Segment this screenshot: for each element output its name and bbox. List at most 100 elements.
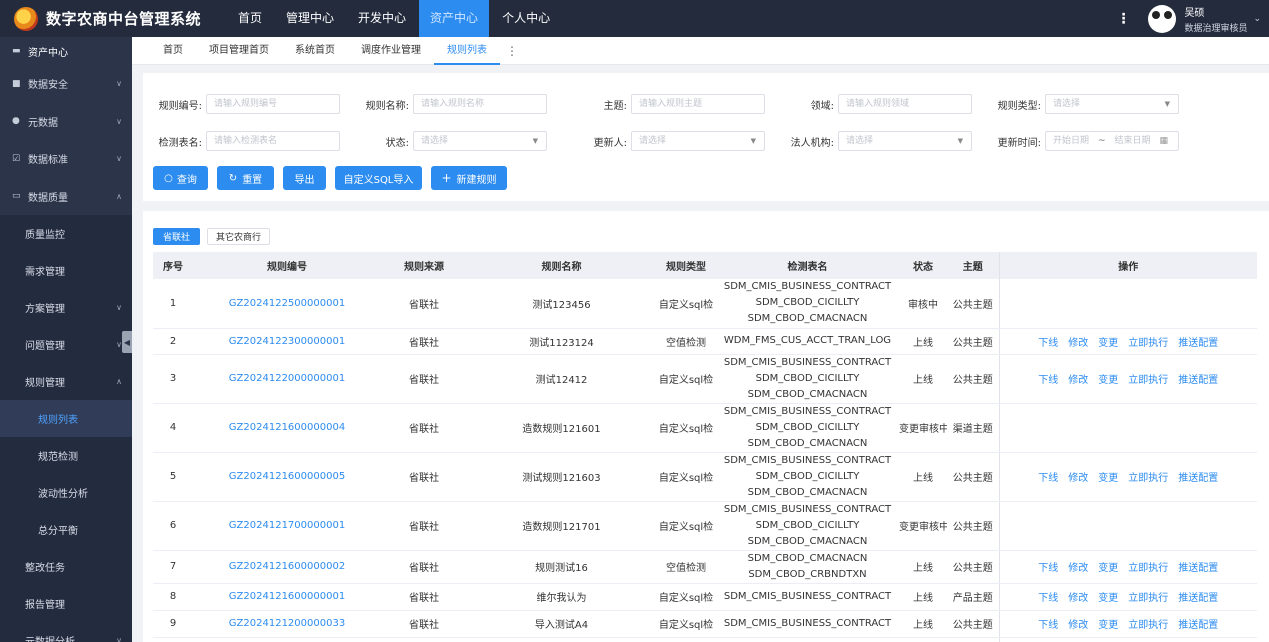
status-select[interactable]: 请选择 ▼ bbox=[413, 131, 547, 151]
query-button[interactable]: ○ 查询 bbox=[153, 166, 208, 190]
chevron-down-icon: ∨ bbox=[116, 79, 122, 89]
push-config-link[interactable]: 推送配置 bbox=[1178, 563, 1218, 574]
rule-topic: 公共主题 bbox=[947, 550, 999, 584]
sql-import-button[interactable]: 自定义SQL导入 bbox=[335, 166, 422, 190]
sidebar-head[interactable]: ▬ 资产中心 bbox=[0, 37, 132, 65]
change-link[interactable]: 变更 bbox=[1098, 338, 1118, 349]
asset-icon: ▬ bbox=[12, 46, 21, 56]
edit-link[interactable]: 修改 bbox=[1068, 563, 1088, 574]
sidebar-item-rule-list[interactable]: 规则列表 bbox=[0, 400, 132, 437]
rule-type-select[interactable]: 请选择 ▼ bbox=[1045, 94, 1179, 114]
export-button[interactable]: 导出 bbox=[283, 166, 326, 190]
sidebar-item-rule-management[interactable]: 规则管理 ∧ bbox=[0, 363, 132, 400]
rule-code-link[interactable]: GZ2024122300000001 bbox=[193, 328, 381, 355]
rule-name-input[interactable]: 请输入规则名称 bbox=[413, 94, 547, 114]
tab-home[interactable]: 首页 bbox=[150, 37, 196, 65]
reset-button[interactable]: ↻ 重置 bbox=[217, 166, 274, 190]
push-config-link[interactable]: 推送配置 bbox=[1178, 593, 1218, 604]
tab-more-icon[interactable]: ⋮ bbox=[500, 44, 524, 58]
sidebar-collapse-handle[interactable]: ◀ bbox=[122, 331, 132, 353]
user-info[interactable]: 吴硕 数据治理审核员 bbox=[1184, 4, 1247, 34]
user-avatar[interactable] bbox=[1148, 4, 1177, 33]
rule-code-link[interactable]: GZ2024121700000001 bbox=[193, 501, 381, 551]
rule-code-link[interactable]: GZ2024121600000004 bbox=[193, 403, 381, 453]
row-number: 7 bbox=[153, 550, 193, 584]
rule-code-link[interactable]: GZ2024121600000005 bbox=[193, 452, 381, 502]
sidebar-item-spec-check[interactable]: 规范检测 bbox=[0, 437, 132, 474]
segment-provincial[interactable]: 省联社 bbox=[153, 228, 200, 245]
sidebar-item-data-standard[interactable]: ☑ 数据标准 ∨ bbox=[0, 140, 132, 178]
sidebar-item-total-balance[interactable]: 总分平衡 bbox=[0, 511, 132, 548]
push-config-link[interactable]: 推送配置 bbox=[1178, 473, 1218, 484]
tab-project-home[interactable]: 项目管理首页 bbox=[196, 37, 282, 65]
sidebar-item-data-quality[interactable]: ▭ 数据质量 ∧ bbox=[0, 178, 132, 216]
run-now-link[interactable]: 立即执行 bbox=[1128, 593, 1168, 604]
change-link[interactable]: 变更 bbox=[1098, 593, 1118, 604]
org-select[interactable]: 请选择 ▼ bbox=[838, 131, 972, 151]
sidebar-item-demand-management[interactable]: 需求管理 bbox=[0, 252, 132, 289]
offline-link[interactable]: 下线 bbox=[1038, 620, 1058, 631]
sidebar-item-plan-management[interactable]: 方案管理 ∨ bbox=[0, 289, 132, 326]
top-nav-personal-center[interactable]: 个人中心 bbox=[491, 0, 561, 37]
sidebar-item-data-security[interactable]: ■ 数据安全 ∨ bbox=[0, 65, 132, 103]
offline-link[interactable]: 下线 bbox=[1038, 375, 1058, 386]
tab-rule-list[interactable]: 规则列表 bbox=[434, 37, 500, 65]
rule-code-link[interactable]: GZ2024121200000033 bbox=[193, 610, 381, 638]
run-now-link[interactable]: 立即执行 bbox=[1128, 338, 1168, 349]
change-link[interactable]: 变更 bbox=[1098, 375, 1118, 386]
tab-system-home[interactable]: 系统首页 bbox=[282, 37, 348, 65]
new-rule-button[interactable]: + 新建规则 bbox=[431, 166, 507, 190]
chevron-down-icon: ∨ bbox=[116, 636, 122, 642]
rule-code-link[interactable]: GZ2024122500000001 bbox=[193, 279, 381, 329]
push-config-link[interactable]: 推送配置 bbox=[1178, 620, 1218, 631]
edit-link[interactable]: 修改 bbox=[1068, 338, 1088, 349]
top-nav-management-center[interactable]: 管理中心 bbox=[275, 0, 345, 37]
domain-input[interactable]: 请输入规则领域 bbox=[838, 94, 972, 114]
push-config-link[interactable]: 推送配置 bbox=[1178, 338, 1218, 349]
offline-link[interactable]: 下线 bbox=[1038, 473, 1058, 484]
updater-select[interactable]: 请选择 ▼ bbox=[631, 131, 765, 151]
sidebar-item-volatility-analysis[interactable]: 波动性分析 bbox=[0, 474, 132, 511]
change-link[interactable]: 变更 bbox=[1098, 563, 1118, 574]
sidebar-item-issue-management[interactable]: 问题管理 ∨ bbox=[0, 326, 132, 363]
sidebar-item-metadata[interactable]: ● 元数据 ∨ bbox=[0, 103, 132, 141]
offline-link[interactable]: 下线 bbox=[1038, 563, 1058, 574]
change-link[interactable]: 变更 bbox=[1098, 620, 1118, 631]
check-table-name: SDM_CBOD_CMACNACN bbox=[747, 535, 868, 547]
offline-link[interactable]: 下线 bbox=[1038, 593, 1058, 604]
edit-link[interactable]: 修改 bbox=[1068, 620, 1088, 631]
top-nav-dev-center[interactable]: 开发中心 bbox=[347, 0, 417, 37]
rule-code-link[interactable]: GZ2024122000000001 bbox=[193, 354, 381, 404]
sidebar-item-quality-monitor[interactable]: 质量监控 bbox=[0, 215, 132, 252]
sidebar-item-report-management[interactable]: 报告管理 bbox=[0, 585, 132, 622]
update-time-range[interactable]: 开始日期 ~ 结束日期 ▦ bbox=[1045, 131, 1179, 151]
chevron-down-icon[interactable]: ⌄ bbox=[1253, 14, 1261, 24]
offline-link[interactable]: 下线 bbox=[1038, 338, 1058, 349]
rule-code-link[interactable]: GZ2024121600000001 bbox=[193, 583, 381, 611]
filter-panel: 规则编号: 请输入规则编号 规则名称: 请输入规则名称 主题: 请输入规则主题 … bbox=[143, 73, 1269, 201]
tab-job-scheduling[interactable]: 调度作业管理 bbox=[348, 37, 434, 65]
check-table-input[interactable]: 请输入检测表名 bbox=[206, 131, 340, 151]
edit-link[interactable]: 修改 bbox=[1068, 375, 1088, 386]
rule-code-input[interactable]: 请输入规则编号 bbox=[206, 94, 340, 114]
tab-bar: 首页 项目管理首页 系统首页 调度作业管理 规则列表 ⋮ bbox=[132, 37, 1269, 65]
edit-link[interactable]: 修改 bbox=[1068, 473, 1088, 484]
run-now-link[interactable]: 立即执行 bbox=[1128, 473, 1168, 484]
run-now-link[interactable]: 立即执行 bbox=[1128, 563, 1168, 574]
top-nav-home[interactable]: 首页 bbox=[227, 0, 273, 37]
run-now-link[interactable]: 立即执行 bbox=[1128, 375, 1168, 386]
topic-input[interactable]: 请输入规则主题 bbox=[631, 94, 765, 114]
rule-code-link[interactable]: GZ2024121600000002 bbox=[193, 550, 381, 584]
change-link[interactable]: 变更 bbox=[1098, 473, 1118, 484]
more-menu-icon[interactable]: ⋮ bbox=[1116, 11, 1130, 27]
run-now-link[interactable]: 立即执行 bbox=[1128, 620, 1168, 631]
push-config-link[interactable]: 推送配置 bbox=[1178, 375, 1218, 386]
edit-link[interactable]: 修改 bbox=[1068, 593, 1088, 604]
sidebar-item-metadata-analysis[interactable]: 元数据分析 ∨ bbox=[0, 622, 132, 642]
segment-other-banks[interactable]: 其它农商行 bbox=[207, 228, 270, 245]
rule-code-link[interactable] bbox=[193, 637, 381, 642]
top-nav-asset-center[interactable]: 资产中心 bbox=[419, 0, 490, 37]
check-table-name: SDM_CMIS_BUSINESS_CONTRACT bbox=[723, 590, 892, 602]
sidebar-item-rectification[interactable]: 整改任务 bbox=[0, 548, 132, 585]
sidebar-item-label: 元数据分析 bbox=[25, 633, 75, 642]
